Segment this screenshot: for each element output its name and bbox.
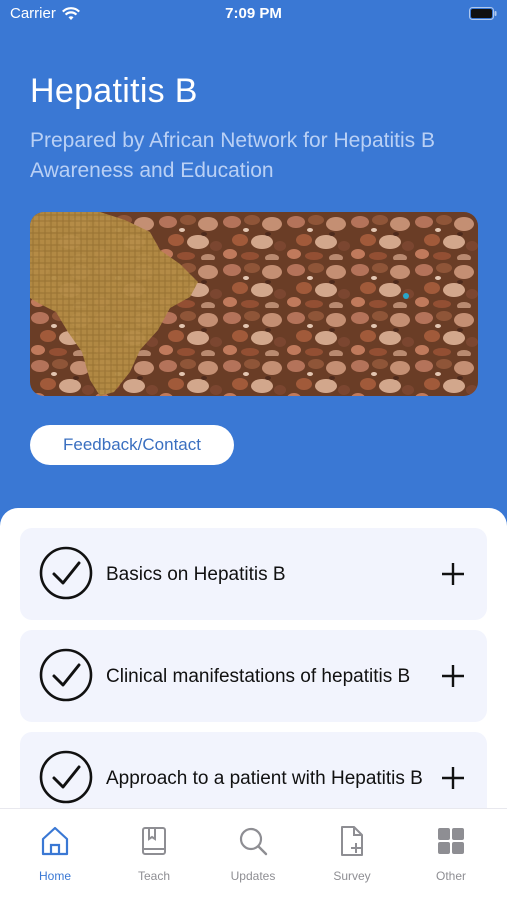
expand-plus-icon[interactable] (441, 664, 465, 688)
expand-plus-icon[interactable] (441, 766, 465, 790)
africa-map-pebbles-image (30, 212, 478, 396)
checkmark-circle-icon (39, 750, 93, 804)
tab-home[interactable]: Home (5, 809, 105, 889)
tab-other[interactable]: Other (401, 809, 501, 889)
search-icon (239, 827, 268, 856)
hero-image (30, 212, 478, 396)
topic-card-basics[interactable]: Basics on Hepatitis B (20, 528, 487, 620)
tab-label: Home (38, 869, 71, 883)
tab-survey[interactable]: Survey (302, 809, 402, 889)
page-subtitle: Prepared by African Network for Hepatiti… (30, 129, 436, 182)
home-icon (41, 826, 69, 856)
grid-icon (438, 828, 464, 854)
document-add-icon (341, 826, 363, 856)
topic-label: Clinical manifestations of hepatitis B (106, 665, 411, 687)
status-time: 7:09 PM (225, 5, 282, 22)
tab-label: Teach (137, 869, 171, 883)
tab-bar: Home Teach Updates Survey Other (0, 808, 507, 901)
tab-label: Survey (333, 869, 371, 883)
topic-label: Basics on Hepatitis B (106, 563, 286, 585)
tab-updates[interactable]: Updates (203, 809, 303, 889)
tab-label: Other (435, 869, 466, 883)
checkmark-circle-icon (39, 546, 93, 600)
expand-plus-icon[interactable] (441, 562, 465, 586)
page-title: Hepatitis B (30, 72, 198, 110)
topic-card-clinical-manifestations[interactable]: Clinical manifestations of hepatitis B (20, 630, 487, 722)
checkmark-circle-icon (39, 648, 93, 702)
feedback-contact-button[interactable]: Feedback/Contact (30, 425, 234, 465)
tab-teach[interactable]: Teach (104, 809, 204, 889)
status-bar: Carrier 7:09 PM (0, 0, 507, 28)
battery-icon (469, 7, 497, 20)
book-icon (142, 827, 166, 855)
tab-label: Updates (230, 869, 276, 883)
